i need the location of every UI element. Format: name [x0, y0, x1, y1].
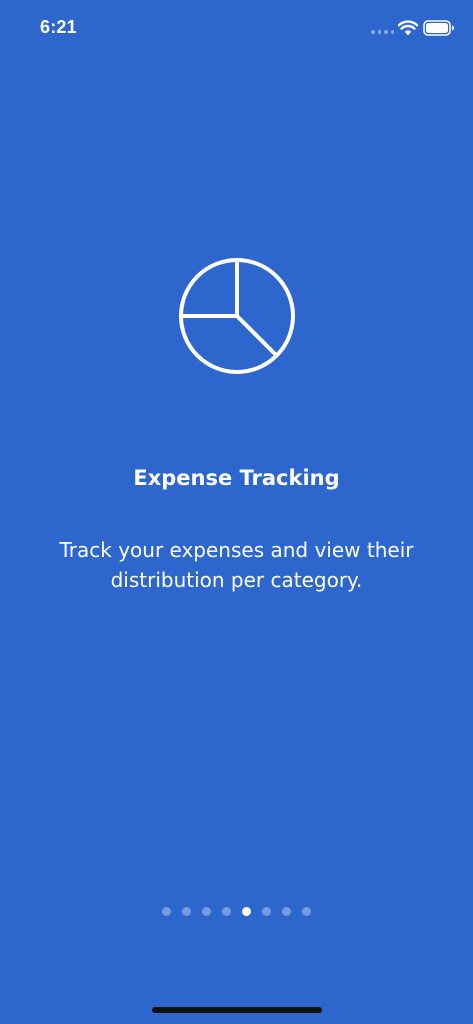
wifi-icon	[398, 20, 418, 36]
page-dot[interactable]	[182, 907, 191, 916]
cellular-signal-icon	[371, 30, 394, 34]
onboarding-description: Track your expenses and view their distr…	[59, 538, 414, 592]
page-dot[interactable]	[222, 907, 231, 916]
pie-chart-icon	[179, 258, 295, 374]
status-bar: 6:21	[0, 0, 473, 58]
page-indicator[interactable]	[0, 907, 473, 916]
home-indicator[interactable]	[152, 1007, 322, 1013]
battery-icon	[423, 20, 454, 36]
status-time: 6:21	[40, 17, 77, 37]
page-dot[interactable]	[202, 907, 211, 916]
page-dot[interactable]	[262, 907, 271, 916]
page-dot[interactable]	[302, 907, 311, 916]
onboarding-title: Expense Tracking	[133, 466, 340, 490]
page-dot-active[interactable]	[242, 907, 251, 916]
page-dot[interactable]	[162, 907, 171, 916]
page-dot[interactable]	[282, 907, 291, 916]
